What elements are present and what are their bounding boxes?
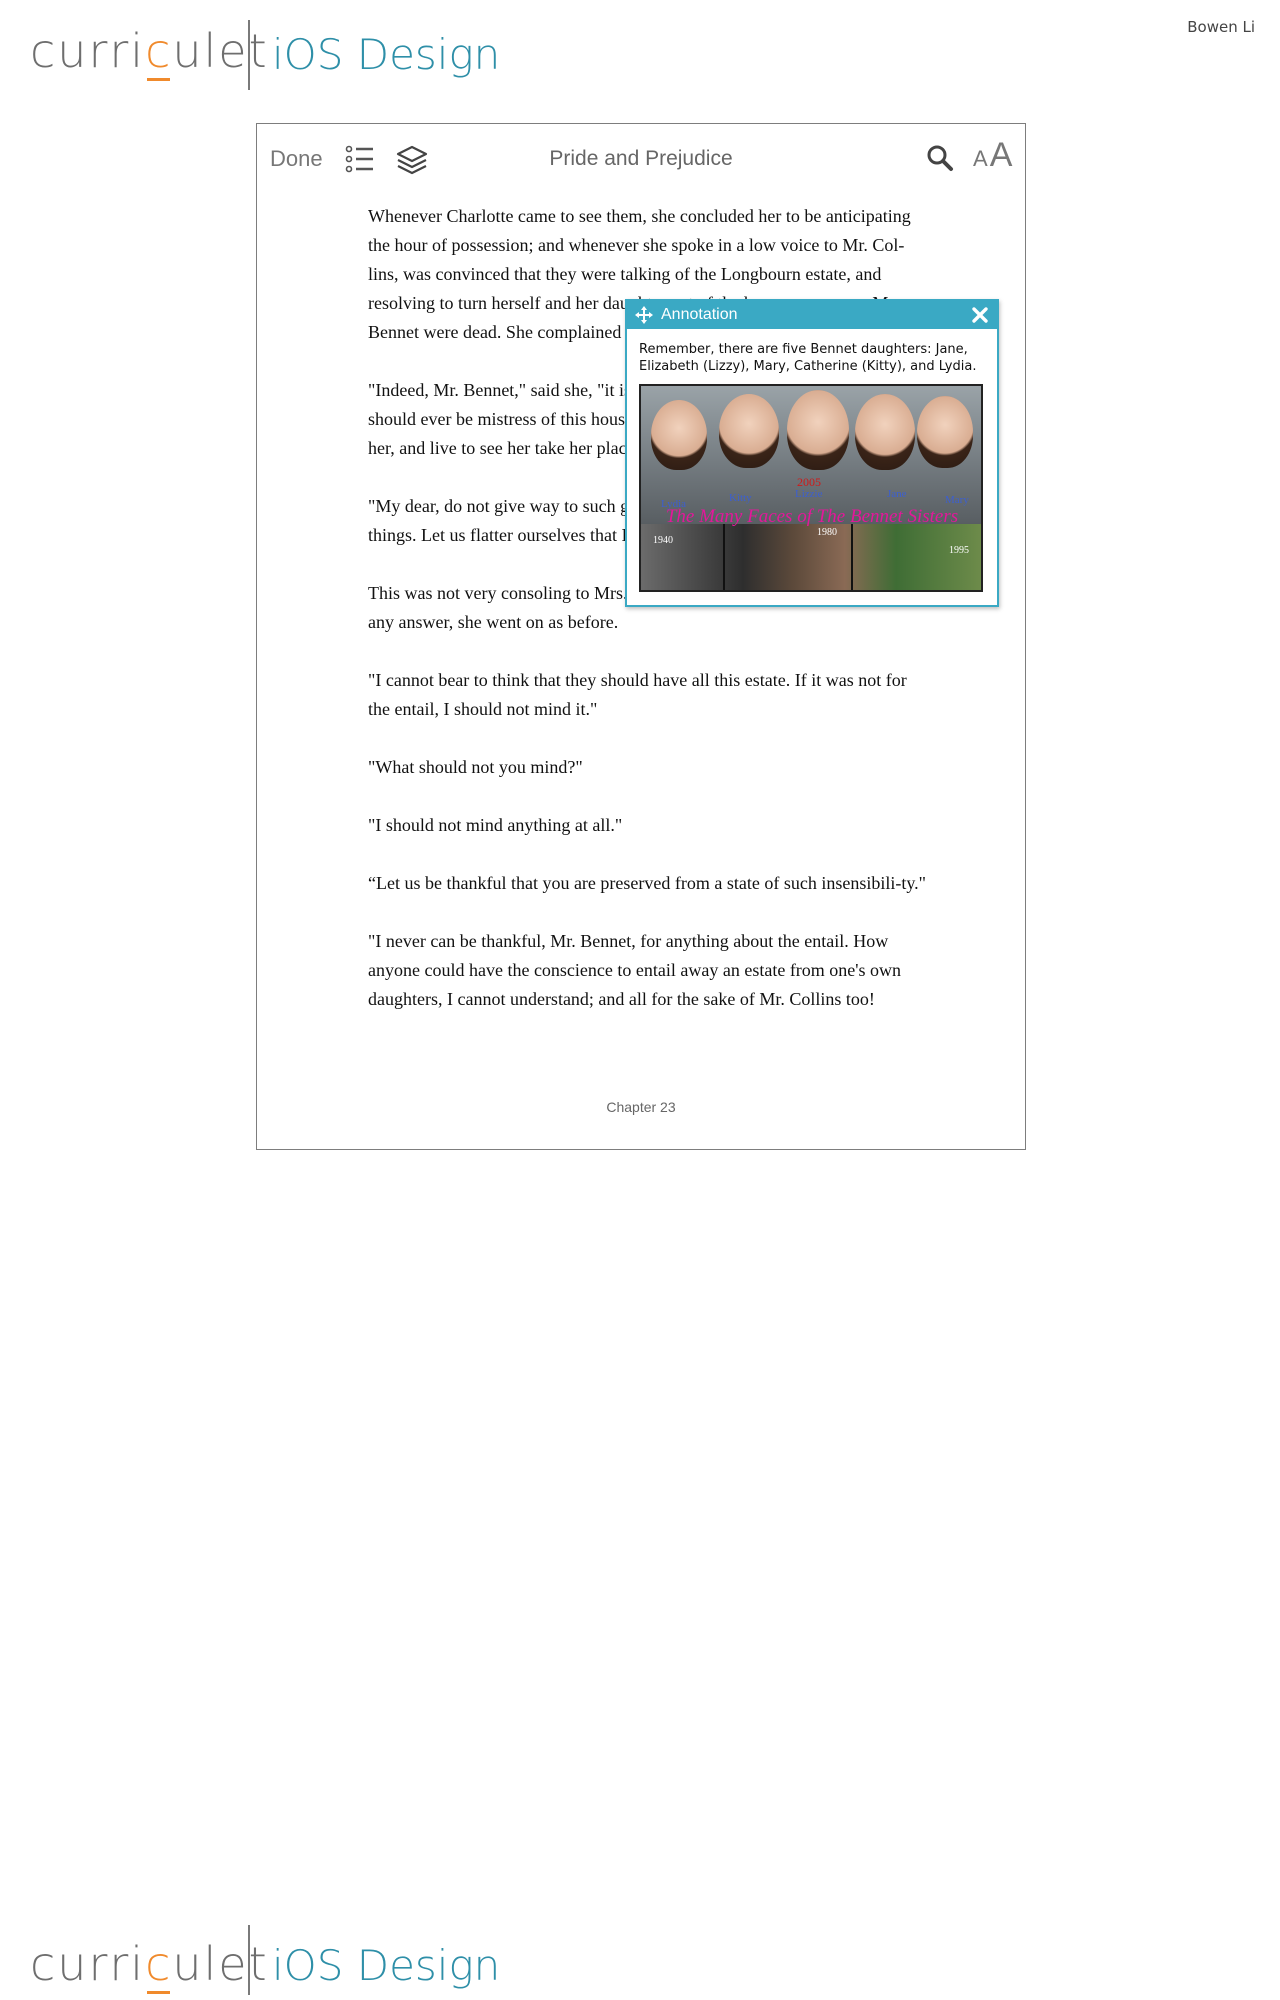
paragraph: "I never can be thankful, Mr. Bennet, fo… [368,931,902,1009]
image-name-kitty: Kitty [729,492,752,504]
brand-divider [248,1925,250,1995]
image-year-1995: 1995 [949,545,969,556]
book-title: Pride and Prejudice [549,147,733,170]
face [855,394,915,470]
annotation-popup[interactable]: Annotation Remember, there are five Benn… [625,299,999,607]
annotation-text: Remember, there are five Bennet daughter… [639,342,977,374]
paragraph: "I cannot bear to think that they should… [368,670,907,719]
move-icon[interactable] [635,306,653,324]
font-size-large-label: A [989,136,1013,174]
close-icon[interactable] [971,306,989,324]
reader-toolbar: Done Pride and Prejudice AA [257,124,1025,194]
film-stills-strip: 1940 1980 1995 [641,524,981,590]
face [787,390,849,470]
footer-brand: curriculet iOS Design [0,1905,1280,1995]
image-year-1940: 1940 [653,535,673,546]
brand-divider [248,20,250,90]
annotation-header[interactable]: Annotation [627,301,997,329]
ipad-reader: Done Pride and Prejudice AA Whenever Cha… [256,123,1026,1150]
image-caption: The Many Faces of The Bennet Sisters [665,506,959,527]
bennet-sisters-image[interactable]: Lydia Kitty 2005 Lizzie Jane Mary 1940 1… [639,384,983,592]
image-name-lizzie: Lizzie [795,488,823,500]
paragraph: "I should not mind anything at all." [368,815,623,835]
curriculet-logo: curriculet [30,24,269,78]
header-brand: curriculet iOS Design Bowen Li [0,0,1280,90]
paragraph: "What should not you mind?" [368,757,583,777]
brand-subtitle: iOS Design [272,30,501,79]
face [917,396,973,468]
curriculet-logo: curriculet [30,1937,269,1991]
font-size-small-label: A [973,146,988,171]
brand-subtitle: iOS Design [272,1941,501,1990]
search-icon[interactable] [926,144,954,172]
font-size-button[interactable]: AA [973,136,1012,175]
annotation-title: Annotation [661,306,738,323]
paragraph: “Let us be thankful that you are preserv… [368,873,927,893]
author-name: Bowen Li [1187,18,1255,36]
image-name-jane: Jane [887,488,907,500]
face [719,394,779,468]
face [651,400,707,470]
chapter-label: Chapter 23 [606,1099,676,1115]
